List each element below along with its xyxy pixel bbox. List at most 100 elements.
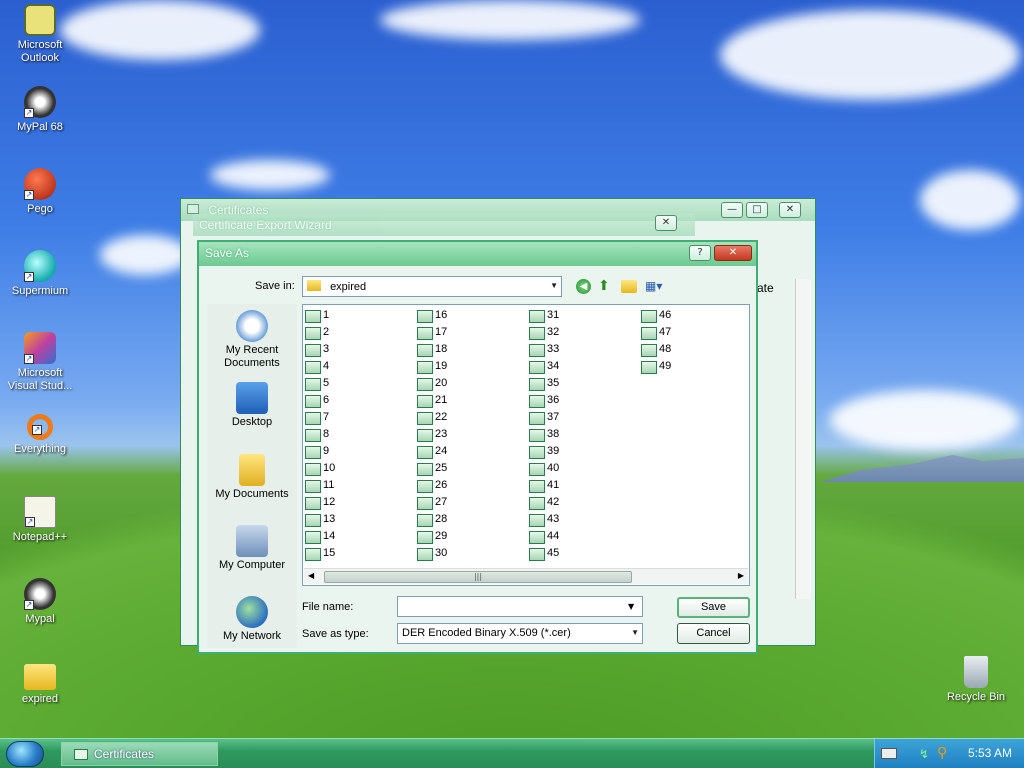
file-item[interactable]: 29 [417, 529, 447, 546]
file-item[interactable]: 16 [417, 308, 447, 325]
file-item[interactable]: 39 [529, 444, 559, 461]
save-button[interactable]: Save [677, 597, 750, 618]
file-item[interactable]: 2 [305, 325, 329, 342]
desktop-icon-notepadpp[interactable]: ↗ Notepad++ [2, 496, 78, 544]
file-item[interactable]: 36 [529, 393, 559, 410]
search-icon[interactable]: ⚲ [937, 745, 947, 761]
file-item[interactable]: 27 [417, 495, 447, 512]
file-item[interactable]: 7 [305, 410, 329, 427]
desktop-icon-visual-studio[interactable]: ↗ Microsoft Visual Stud... [2, 332, 78, 393]
desktop-icon-expired[interactable]: expired [2, 660, 78, 706]
file-item[interactable]: 10 [305, 461, 335, 478]
file-item[interactable]: 12 [305, 495, 335, 512]
file-item[interactable]: 42 [529, 495, 559, 512]
outlook-icon [24, 4, 56, 36]
file-item[interactable]: 8 [305, 427, 329, 444]
keyboard-icon[interactable] [881, 748, 897, 759]
file-item[interactable]: 20 [417, 376, 447, 393]
file-item[interactable]: 31 [529, 308, 559, 325]
place-my-computer[interactable]: My Computer [207, 525, 297, 572]
file-item[interactable]: 32 [529, 325, 559, 342]
file-item[interactable]: 23 [417, 427, 447, 444]
back-icon[interactable]: ◀ [576, 279, 591, 294]
maximize-button[interactable]: □ [746, 202, 768, 218]
recycle-bin-icon [964, 656, 988, 688]
file-item[interactable]: 44 [529, 529, 559, 546]
file-item[interactable]: 33 [529, 342, 559, 359]
cancel-button[interactable]: Cancel [677, 623, 750, 644]
file-item[interactable]: 22 [417, 410, 447, 427]
horizontal-scrollbar[interactable]: ◀ ||| ▶ [304, 568, 748, 584]
desktop-icon-supermium[interactable]: ↗ Supermium [2, 250, 78, 298]
file-item[interactable]: 48 [641, 342, 671, 359]
file-item[interactable]: 45 [529, 546, 559, 563]
place-my-documents[interactable]: My Documents [207, 454, 297, 501]
file-item[interactable]: 11 [305, 478, 334, 495]
export-wizard-titlebar[interactable]: Certificate Export Wizard [193, 214, 695, 236]
close-button[interactable]: ✕ [779, 202, 801, 218]
file-item[interactable]: 30 [417, 546, 447, 563]
file-item[interactable]: 13 [305, 512, 335, 529]
file-name-input[interactable] [397, 596, 643, 617]
desktop-icon-mypal[interactable]: ↗ Mypal [2, 578, 78, 626]
file-item[interactable]: 5 [305, 376, 329, 393]
file-item[interactable]: 24 [417, 444, 447, 461]
save-as-type-dropdown[interactable]: DER Encoded Binary X.509 (*.cer) ▼ [397, 623, 643, 644]
desktop-icon-everything[interactable]: ↗ Everything [2, 414, 78, 456]
save-as-titlebar[interactable]: Save As [199, 242, 756, 266]
scroll-thumb[interactable]: ||| [324, 571, 632, 583]
file-item[interactable]: 35 [529, 376, 559, 393]
visual-studio-icon: ↗ [24, 332, 56, 364]
file-item[interactable]: 15 [305, 546, 335, 563]
network-icon[interactable]: ↯ [919, 747, 929, 761]
scroll-right-icon[interactable]: ▶ [738, 571, 744, 580]
start-button[interactable] [6, 741, 44, 767]
desktop-icon-outlook[interactable]: Microsoft Outlook [2, 4, 78, 65]
desktop-icon-recycle-bin[interactable]: Recycle Bin [938, 656, 1014, 704]
file-item[interactable]: 18 [417, 342, 447, 359]
file-item[interactable]: 17 [417, 325, 447, 342]
file-item[interactable]: 49 [641, 359, 671, 376]
file-list[interactable]: 49 48 47 46 45 44 43 42 41 40 39 38 37 36 35 34 33 32 31 30… [302, 304, 750, 586]
vertical-scrollbar[interactable] [795, 279, 811, 599]
file-item[interactable]: 37 [529, 410, 559, 427]
help-button[interactable]: ? [689, 245, 711, 261]
place-desktop[interactable]: Desktop [207, 382, 297, 429]
place-my-network[interactable]: My Network [207, 596, 297, 643]
file-item[interactable]: 40 [529, 461, 559, 478]
scroll-left-icon[interactable]: ◀ [308, 571, 314, 580]
view-menu-icon[interactable]: ▦▾ [645, 279, 669, 294]
file-item[interactable]: 3 [305, 342, 329, 359]
file-item[interactable]: 14 [305, 529, 335, 546]
file-item[interactable]: 46 [641, 308, 671, 325]
place-label: My Documents [215, 488, 289, 500]
save-in-dropdown[interactable]: expired ▼ [302, 276, 562, 297]
desktop-icon-mypal68[interactable]: ↗ MyPal 68 [2, 86, 78, 134]
folder-icon [24, 664, 56, 690]
save-as-dialog[interactable]: Save As ? ✕ Save in: expired ▼ ◀ ⬆ ▦▾ My… [197, 240, 758, 654]
file-item[interactable]: 21 [417, 393, 447, 410]
place-recent-documents[interactable]: My Recent Documents [207, 310, 297, 370]
file-item[interactable]: 4 [305, 359, 329, 376]
file-item[interactable]: 6 [305, 393, 329, 410]
file-item[interactable]: 34 [529, 359, 559, 376]
up-folder-icon[interactable]: ⬆ [598, 278, 614, 294]
file-item[interactable]: 43 [529, 512, 559, 529]
file-item[interactable]: 9 [305, 444, 329, 461]
chevron-down-icon[interactable]: ▼ [628, 602, 634, 611]
close-button[interactable]: ✕ [655, 215, 677, 231]
close-button[interactable]: ✕ [714, 245, 752, 261]
file-item[interactable]: 41 [529, 478, 559, 495]
minimize-button[interactable]: — [721, 202, 743, 218]
file-item[interactable]: 19 [417, 359, 447, 376]
file-item[interactable]: 26 [417, 478, 447, 495]
desktop-icon-pego[interactable]: ↗ Pego [2, 168, 78, 216]
file-item[interactable]: 47 [641, 325, 671, 342]
new-folder-icon[interactable] [621, 280, 637, 293]
file-item[interactable]: 28 [417, 512, 447, 529]
file-item[interactable]: 38 [529, 427, 559, 444]
clock[interactable]: 5:53 AM [968, 746, 1012, 760]
file-item[interactable]: 25 [417, 461, 447, 478]
taskbar-item-certificates[interactable]: Certificates [61, 742, 218, 766]
file-item[interactable]: 1 [305, 308, 329, 325]
